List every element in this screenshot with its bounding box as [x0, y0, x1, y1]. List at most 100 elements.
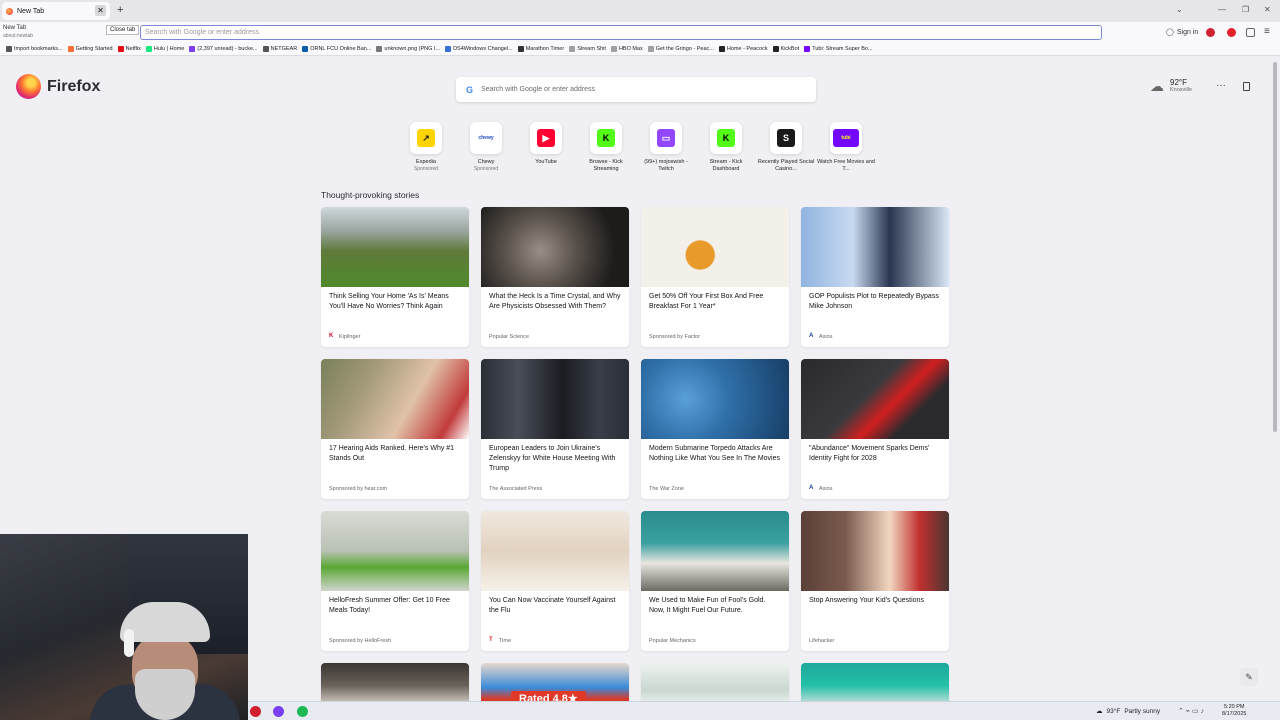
- story-card[interactable]: Stop Answering Your Kid's Questions Lifeh…: [801, 511, 949, 651]
- story-card[interactable]: We Used to Make Fun of Fool's Gold. Now,…: [641, 511, 789, 651]
- story-title: 17 Hearing Aids Ranked. Here's Why #1 St…: [329, 445, 455, 462]
- bookmark-item[interactable]: Hulu | Home: [145, 45, 184, 52]
- shortcut-tile-box: K: [710, 122, 742, 154]
- story-card[interactable]: 17 Hearing Aids Ranked. Here's Why #1 St…: [321, 359, 469, 499]
- bookmark-item[interactable]: NETGEAR: [262, 45, 297, 52]
- bookmark-favicon-icon: [772, 45, 779, 52]
- story-card[interactable]: Think Selling Your Home 'As Is' Means Yo…: [321, 207, 469, 347]
- story-source-name: Sponsored by hear.com: [329, 486, 388, 492]
- story-card[interactable]: Get 50% Off Your First Box And Free Brea…: [641, 207, 789, 347]
- shortcut-label: Recently Played Social Casino...: [757, 159, 815, 172]
- minimize-icon[interactable]: —: [1218, 5, 1226, 14]
- sign-in-button[interactable]: ◯ Sign in: [1166, 28, 1198, 37]
- extension-adblock-icon[interactable]: [1227, 28, 1236, 37]
- bookmark-item[interactable]: unknown.png (PNG I...: [376, 45, 441, 52]
- story-source-name: Lifehacker: [809, 638, 835, 644]
- bookmark-item[interactable]: Get the Gringo - Peac...: [647, 45, 714, 52]
- taskbar-weather-icon: ☁: [1096, 708, 1103, 715]
- window-close-icon[interactable]: ✕: [1264, 5, 1271, 14]
- bookmark-favicon-icon: [445, 45, 452, 52]
- taskbar-app-red-icon[interactable]: [250, 706, 261, 717]
- story-source-name: Axios: [819, 485, 833, 492]
- taskbar-clock[interactable]: 5:20 PM 8/17/2025: [1222, 704, 1246, 718]
- story-card[interactable]: "Abundance" Movement Sparks Dems' Identi…: [801, 359, 949, 499]
- extensions-puzzle-icon[interactable]: [1246, 28, 1255, 37]
- shortcut-label: Stream - Kick Dashboard: [709, 159, 743, 172]
- bookmark-item[interactable]: HBO Max: [610, 45, 643, 52]
- shortcut-tile-box: tubi: [830, 122, 862, 154]
- shortcut-tile[interactable]: chewy Chewy Sponsored: [456, 122, 516, 173]
- story-source-name: The War Zone: [649, 486, 684, 492]
- page-scrollbar[interactable]: [1272, 56, 1278, 701]
- scrollbar-thumb[interactable]: [1273, 62, 1277, 432]
- shortcut-tile[interactable]: K Stream - Kick Dashboard: [696, 122, 756, 173]
- taskbar-firefox-icon[interactable]: [273, 706, 284, 717]
- shortcut-tile[interactable]: S Recently Played Social Casino...: [756, 122, 816, 173]
- story-title: You Can Now Vaccinate Yourself Against t…: [489, 597, 616, 614]
- clock-time: 5:20 PM: [1223, 704, 1245, 710]
- sidebar-panel-icon[interactable]: [1243, 82, 1250, 91]
- bookmark-item[interactable]: ORNL FCU Online Ban...: [302, 45, 371, 52]
- story-source-logo-icon: A: [809, 485, 814, 491]
- story-card[interactable]: GOP Populists Plot to Repeatedly Bypass …: [801, 207, 949, 347]
- tab-close-icon[interactable]: ✕: [95, 5, 106, 16]
- shortcut-tile[interactable]: K Browse - Kick Streaming: [576, 122, 636, 173]
- page-more-menu-icon[interactable]: ···: [1216, 80, 1226, 91]
- bookmark-item[interactable]: Stream Shit: [569, 45, 606, 52]
- app-menu-icon[interactable]: ≡: [1264, 26, 1270, 37]
- google-icon: G: [466, 84, 474, 95]
- shortcut-tile-box: K: [590, 122, 622, 154]
- page-search-input[interactable]: G Search with Google or enter address: [456, 77, 816, 102]
- story-card[interactable]: HelloFresh Summer Offer: Get 10 Free Mea…: [321, 511, 469, 651]
- story-thumbnail: [481, 207, 629, 287]
- story-thumbnail: [321, 511, 469, 591]
- restore-icon[interactable]: ❐: [1242, 5, 1249, 14]
- story-source: A Axios: [809, 333, 832, 340]
- bookmark-item[interactable]: Import bookmarks...: [6, 45, 63, 52]
- story-source: The Associated Press: [489, 486, 542, 492]
- tab-new-tab[interactable]: New Tab ✕: [2, 2, 110, 20]
- story-source-name: Sponsored by HelloFresh: [329, 638, 392, 644]
- bookmark-item[interactable]: Tubi: Stream Super Bo...: [804, 45, 873, 52]
- story-title: We Used to Make Fun of Fool's Gold. Now,…: [649, 597, 766, 614]
- shortcut-tile[interactable]: ▶ YouTube: [516, 122, 576, 173]
- story-title: Stop Answering Your Kid's Questions: [809, 597, 924, 604]
- bookmark-label: Stream Shit: [577, 45, 606, 52]
- system-tray-icons[interactable]: ⌃ ⌁ ▭ ♪: [1178, 707, 1204, 715]
- tab-list-chevron-icon[interactable]: ⌄: [1176, 5, 1183, 14]
- bookmark-favicon-icon: [376, 45, 383, 52]
- partly-cloudy-icon: ☁: [1150, 78, 1164, 94]
- clock-date: 8/17/2025: [1222, 711, 1247, 717]
- bookmark-item[interactable]: Marathon Timer: [517, 45, 564, 52]
- story-thumbnail: [321, 359, 469, 439]
- bookmark-item[interactable]: Home - Peacock: [718, 45, 768, 52]
- story-card[interactable]: European Leaders to Join Ukraine's Zelen…: [481, 359, 629, 499]
- bookmark-item[interactable]: DS4Windows Changel...: [445, 45, 513, 52]
- story-thumbnail: [801, 511, 949, 591]
- bookmark-favicon-icon: [189, 45, 196, 52]
- url-bar[interactable]: Search with Google or enter address: [140, 25, 1102, 40]
- weather-city: Knoxville: [1170, 87, 1193, 93]
- taskbar-spotify-icon[interactable]: [297, 706, 308, 717]
- bookmark-item[interactable]: Netflix: [117, 45, 141, 52]
- taskbar-weather[interactable]: ☁ 93°F Partly sunny: [1096, 707, 1160, 716]
- bookmark-label: unknown.png (PNG I...: [384, 45, 441, 52]
- story-card[interactable]: You Can Now Vaccinate Yourself Against t…: [481, 511, 629, 651]
- bookmark-item[interactable]: (2,397 unread) - bucke...: [189, 45, 258, 52]
- bookmark-item[interactable]: Getting Started: [67, 45, 113, 52]
- tab-hover-preview: New Tab about:newtab: [3, 24, 33, 40]
- extension-red-icon[interactable]: [1206, 28, 1215, 37]
- weather-widget[interactable]: ☁ 92°F Knoxville: [1150, 78, 1192, 95]
- firefox-logo: Firefox: [16, 74, 100, 99]
- bookmark-item[interactable]: KickBot: [772, 45, 799, 52]
- shortcut-tile[interactable]: ▭ (99+) mojoswish - Twitch: [636, 122, 696, 173]
- customize-edit-icon[interactable]: ✎: [1240, 668, 1258, 686]
- bookmark-favicon-icon: [145, 45, 152, 52]
- shortcut-tile[interactable]: ↗ Expedia Sponsored: [396, 122, 456, 173]
- new-tab-button[interactable]: +: [117, 4, 123, 16]
- story-thumbnail: [801, 359, 949, 439]
- bookmark-label: Tubi: Stream Super Bo...: [812, 45, 873, 52]
- story-card[interactable]: Modern Submarine Torpedo Attacks Are Not…: [641, 359, 789, 499]
- story-card[interactable]: What the Heck Is a Time Crystal, and Why…: [481, 207, 629, 347]
- shortcut-tile[interactable]: tubi Watch Free Movies and T...: [816, 122, 876, 173]
